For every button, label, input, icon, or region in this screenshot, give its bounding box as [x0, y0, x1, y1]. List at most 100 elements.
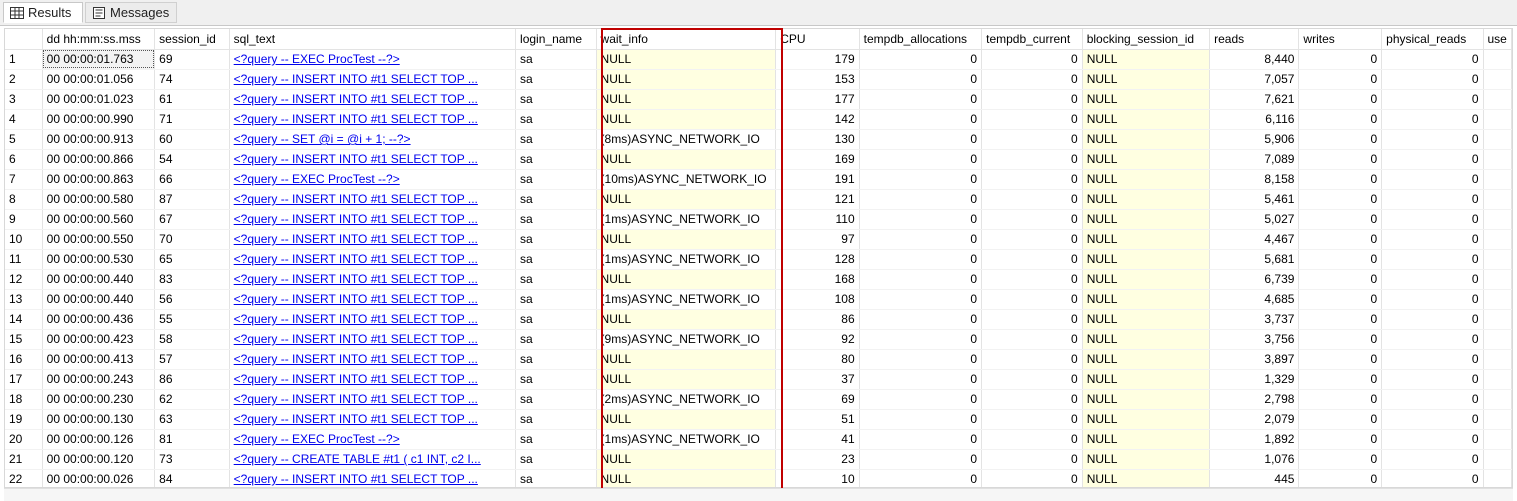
table-row[interactable]: 15 00 00:00:00.423 58 <?query -- INSERT INT…	[5, 329, 1512, 350]
grid-cell: 87	[154, 189, 230, 210]
table-row[interactable]: 17 00 00:00:00.243 86 <?query -- INSERT INT…	[5, 369, 1512, 390]
row-number: 16	[5, 349, 43, 370]
horizontal-scrollbar[interactable]	[4, 488, 1513, 501]
table-row[interactable]: 18 00 00:00:00.230 62 <?query -- INSERT INT…	[5, 389, 1512, 410]
grid-cell: 61	[154, 89, 230, 110]
grid-cell: 0	[981, 349, 1083, 370]
grid-cell: 55	[154, 309, 230, 330]
grid-cell: 0	[1381, 429, 1484, 450]
table-row[interactable]: 1 00 00:00:01.763 69 <?query -- EXEC ProcTe…	[5, 49, 1512, 70]
grid-cell: 5,906	[1209, 129, 1300, 150]
table-row[interactable]: 9 00 00:00:00.560 67 <?query -- INSERT INTO…	[5, 209, 1512, 230]
grid-cell: NULL	[1082, 129, 1211, 150]
grid-cell: sa	[515, 209, 597, 230]
column-header[interactable]: session_id	[154, 29, 230, 50]
grid-cell: sa	[515, 249, 597, 270]
column-header[interactable]: blocking_session_id	[1082, 29, 1211, 50]
table-row[interactable]: 8 00 00:00:00.580 87 <?query -- INSERT INTO…	[5, 189, 1512, 210]
grid-cell: NULL	[596, 69, 777, 90]
grid-cell: 60	[154, 129, 230, 150]
table-row[interactable]: 6 00 00:00:00.866 54 <?query -- INSERT INTO…	[5, 149, 1512, 170]
column-header[interactable]: use	[1483, 29, 1512, 50]
grid-cell: 0	[859, 309, 983, 330]
grid-cell[interactable]: <?query -- INSERT INTO #t1 SELECT TOP ..…	[229, 469, 517, 487]
column-header[interactable]: CPU	[775, 29, 860, 50]
table-row[interactable]: 22 00 00:00:00.026 84 <?query -- INSERT INT…	[5, 469, 1512, 487]
grid-cell[interactable]: <?query -- INSERT INTO #t1 SELECT TOP ..…	[229, 349, 517, 370]
table-row[interactable]: 20 00 00:00:00.126 81 <?query -- EXEC ProcT…	[5, 429, 1512, 450]
grid-cell[interactable]: <?query -- INSERT INTO #t1 SELECT TOP ..…	[229, 209, 517, 230]
grid-cell	[1483, 229, 1512, 250]
table-row[interactable]: 21 00 00:00:00.120 73 <?query -- CREATE TAB…	[5, 449, 1512, 470]
grid-cell[interactable]: <?query -- INSERT INTO #t1 SELECT TOP ..…	[229, 329, 517, 350]
grid-cell[interactable]: <?query -- EXEC ProcTest --?>	[229, 429, 517, 450]
grid-cell[interactable]: <?query -- INSERT INTO #t1 SELECT TOP ..…	[229, 289, 517, 310]
grid-cell: 0	[1381, 309, 1484, 330]
table-row[interactable]: 5 00 00:00:00.913 60 <?query -- SET @i = @i…	[5, 129, 1512, 150]
grid-cell[interactable]: <?query -- INSERT INTO #t1 SELECT TOP ..…	[229, 409, 517, 430]
table-row[interactable]: 4 00 00:00:00.990 71 <?query -- INSERT INTO…	[5, 109, 1512, 130]
table-row[interactable]: 19 00 00:00:00.130 63 <?query -- INSERT INT…	[5, 409, 1512, 430]
grid-cell[interactable]: <?query -- INSERT INTO #t1 SELECT TOP ..…	[229, 69, 517, 90]
grid-cell[interactable]: <?query -- INSERT INTO #t1 SELECT TOP ..…	[229, 369, 517, 390]
grid-cell[interactable]: <?query -- SET @i = @i + 1; --?>	[229, 129, 517, 150]
grid-cell: 0	[859, 449, 983, 470]
grid-cell: 0	[859, 269, 983, 290]
tab-results[interactable]: Results	[3, 2, 83, 23]
column-header[interactable]: wait_info	[596, 29, 777, 50]
grid-cell	[1483, 349, 1512, 370]
grid-cell: NULL	[1082, 309, 1211, 330]
grid-cell: 0	[1298, 169, 1383, 190]
results-table: dd hh:mm:ss.mss session_id sql_text login_n…	[5, 29, 1512, 487]
grid-cell[interactable]: <?query -- INSERT INTO #t1 SELECT TOP ..…	[229, 89, 517, 110]
results-grid[interactable]: dd hh:mm:ss.mss session_id sql_text login_n…	[4, 28, 1513, 488]
grid-cell: 81	[154, 429, 230, 450]
grid-cell[interactable]: <?query -- INSERT INTO #t1 SELECT TOP ..…	[229, 189, 517, 210]
tab-messages[interactable]: Messages	[85, 2, 177, 23]
grid-cell: 37	[775, 369, 860, 390]
table-row[interactable]: 2 00 00:00:01.056 74 <?query -- INSERT INTO…	[5, 69, 1512, 90]
column-header[interactable]: dd hh:mm:ss.mss	[42, 29, 156, 50]
grid-cell[interactable]: <?query -- INSERT INTO #t1 SELECT TOP ..…	[229, 109, 517, 130]
grid-cell: NULL	[596, 309, 777, 330]
grid-cell: 0	[981, 449, 1083, 470]
grid-cell: NULL	[1082, 469, 1211, 487]
header-corner[interactable]	[5, 29, 43, 50]
grid-cell[interactable]: <?query -- INSERT INTO #t1 SELECT TOP ..…	[229, 389, 517, 410]
grid-cell: 445	[1209, 469, 1300, 487]
row-number: 15	[5, 329, 43, 350]
grid-cell[interactable]: <?query -- INSERT INTO #t1 SELECT TOP ..…	[229, 269, 517, 290]
table-row[interactable]: 10 00 00:00:00.550 70 <?query -- INSERT INT…	[5, 229, 1512, 250]
grid-cell: 3,756	[1209, 329, 1300, 350]
column-header[interactable]: physical_reads	[1381, 29, 1484, 50]
table-row[interactable]: 16 00 00:00:00.413 57 <?query -- INSERT INT…	[5, 349, 1512, 370]
grid-cell: 0	[859, 89, 983, 110]
grid-cell[interactable]: <?query -- CREATE TABLE #t1 ( c1 INT, c2…	[229, 449, 517, 470]
grid-cell[interactable]: <?query -- INSERT INTO #t1 SELECT TOP ..…	[229, 309, 517, 330]
grid-cell[interactable]: <?query -- EXEC ProcTest --?>	[229, 49, 517, 70]
table-row[interactable]: 3 00 00:00:01.023 61 <?query -- INSERT INTO…	[5, 89, 1512, 110]
table-row[interactable]: 7 00 00:00:00.863 66 <?query -- EXEC ProcTe…	[5, 169, 1512, 190]
grid-cell[interactable]: <?query -- EXEC ProcTest --?>	[229, 169, 517, 190]
grid-cell: NULL	[1082, 349, 1211, 370]
grid-cell: 0	[1298, 349, 1383, 370]
table-row[interactable]: 11 00 00:00:00.530 65 <?query -- INSERT INT…	[5, 249, 1512, 270]
column-header[interactable]: reads	[1209, 29, 1300, 50]
grid-cell: NULL	[596, 409, 777, 430]
grid-cell[interactable]: <?query -- INSERT INTO #t1 SELECT TOP ..…	[229, 249, 517, 270]
column-header[interactable]: login_name	[515, 29, 597, 50]
table-row[interactable]: 13 00 00:00:00.440 56 <?query -- INSERT INT…	[5, 289, 1512, 310]
column-header[interactable]: sql_text	[229, 29, 517, 50]
table-row[interactable]: 14 00 00:00:00.436 55 <?query -- INSERT INT…	[5, 309, 1512, 330]
grid-cell[interactable]: <?query -- INSERT INTO #t1 SELECT TOP ..…	[229, 229, 517, 250]
grid-cell: 5,461	[1209, 189, 1300, 210]
grid-cell	[1483, 429, 1512, 450]
header-row: dd hh:mm:ss.mss session_id sql_text login_n…	[5, 29, 1512, 50]
grid-cell: 142	[775, 109, 860, 130]
grid-cell: 0	[1298, 49, 1383, 70]
column-header[interactable]: tempdb_allocations	[859, 29, 983, 50]
grid-cell[interactable]: <?query -- INSERT INTO #t1 SELECT TOP ..…	[229, 149, 517, 170]
column-header[interactable]: writes	[1298, 29, 1383, 50]
table-row[interactable]: 12 00 00:00:00.440 83 <?query -- INSERT INT…	[5, 269, 1512, 290]
column-header[interactable]: tempdb_current	[981, 29, 1083, 50]
